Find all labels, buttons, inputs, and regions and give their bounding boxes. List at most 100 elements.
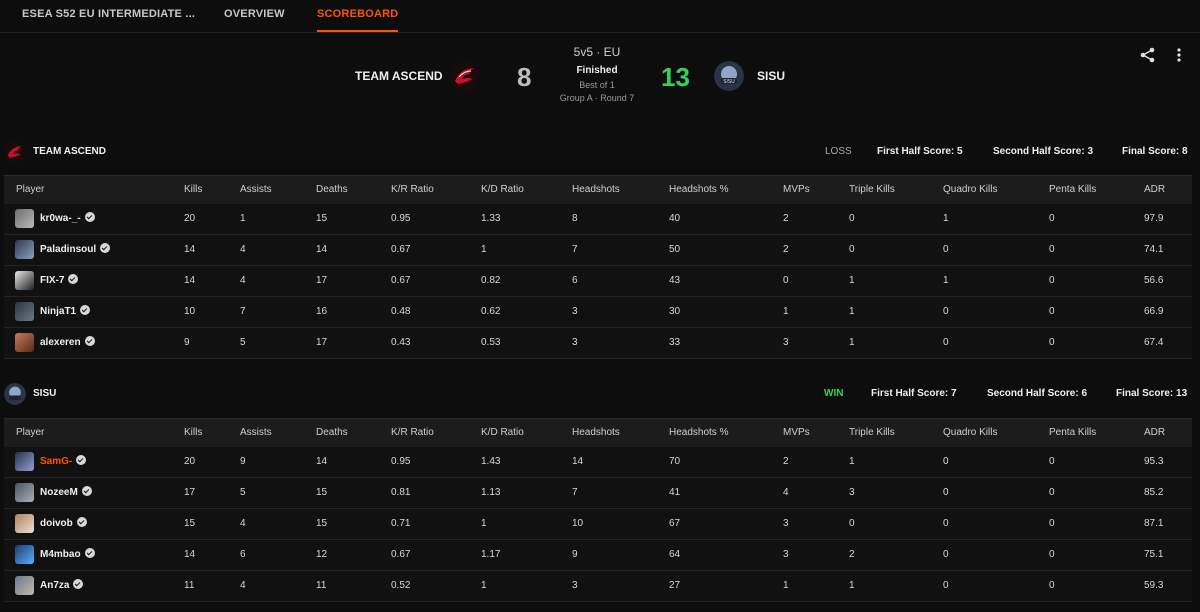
stat-cell-adr: 74.1 <box>1144 244 1164 255</box>
tab-tournament[interactable]: ESEA S52 EU INTERMEDIATE ... <box>22 0 195 32</box>
player-name-link[interactable]: FIX-7 <box>40 266 79 296</box>
column-header[interactable]: Headshots <box>572 419 620 447</box>
table-row: alexeren 9 5 17 0.43 0.53 3 33 3 1 0 0 67.4 <box>4 328 1192 359</box>
player-name-link[interactable]: An7za <box>40 571 84 601</box>
top-nav: ESEA S52 EU INTERMEDIATE ... OVERVIEW SC… <box>0 0 1200 33</box>
stat-cell-kills: 10 <box>184 306 196 317</box>
player-name[interactable]: doivob <box>40 518 73 529</box>
stat-cell-adr: 66.9 <box>1144 306 1164 317</box>
column-header[interactable]: K/R Ratio <box>391 176 434 204</box>
column-header[interactable]: Penta Kills <box>1049 419 1096 447</box>
player-name-link[interactable]: NozeeM <box>40 478 92 508</box>
column-header[interactable]: Assists <box>240 176 272 204</box>
avatar[interactable] <box>15 452 34 471</box>
stat-cell-k-d-ratio: 1.33 <box>481 213 501 224</box>
stat-cell-triple-kills: 1 <box>849 337 855 348</box>
column-header[interactable]: Player <box>16 176 44 204</box>
column-header[interactable]: Deaths <box>316 419 348 447</box>
stat-cell-triple-kills: 0 <box>849 213 855 224</box>
column-header[interactable]: Assists <box>240 419 272 447</box>
stat-cell-triple-kills: 1 <box>849 456 855 467</box>
player-name[interactable]: M4mbao <box>40 549 81 560</box>
stat-cell-k-d-ratio: 1.17 <box>481 549 501 560</box>
column-header[interactable]: Deaths <box>316 176 348 204</box>
column-header[interactable]: Kills <box>184 176 202 204</box>
stat-cell-k-r-ratio: 0.52 <box>391 580 411 591</box>
column-header[interactable]: Headshots % <box>669 419 728 447</box>
avatar[interactable] <box>15 240 34 259</box>
avatar[interactable] <box>15 302 34 321</box>
column-header[interactable]: Headshots <box>572 176 620 204</box>
player-name-link[interactable]: alexeren <box>40 328 95 358</box>
column-header[interactable]: MVPs <box>783 176 810 204</box>
stat-cell-assists: 7 <box>240 306 246 317</box>
avatar[interactable] <box>15 545 34 564</box>
stat-cell-headshots: 14 <box>572 456 584 467</box>
stat-cell-deaths: 16 <box>316 306 328 317</box>
stat-cell-k-r-ratio: 0.67 <box>391 244 411 255</box>
avatar[interactable] <box>15 271 34 290</box>
column-header[interactable]: K/D Ratio <box>481 176 524 204</box>
column-header[interactable]: ADR <box>1144 419 1165 447</box>
column-header[interactable]: Kills <box>184 419 202 447</box>
column-header[interactable]: MVPs <box>783 419 810 447</box>
player-name[interactable]: FIX-7 <box>40 275 64 286</box>
column-header[interactable]: K/R Ratio <box>391 419 434 447</box>
team-ascend-logo-icon[interactable] <box>450 61 480 91</box>
player-name-link[interactable]: kr0wa-_- <box>40 204 95 234</box>
table-row: An7za 11 4 11 0.52 1 3 27 1 1 0 0 59.3 <box>4 571 1192 602</box>
player-name[interactable]: alexeren <box>40 337 81 348</box>
stat-cell-deaths: 15 <box>316 487 328 498</box>
table-row: doivob 15 4 15 0.71 1 10 67 3 0 0 0 87.1 <box>4 509 1192 540</box>
stat-cell-deaths: 15 <box>316 518 328 529</box>
player-name-link[interactable]: doivob <box>40 509 87 539</box>
stat-cell-quadro-kills: 0 <box>943 549 949 560</box>
player-name[interactable]: An7za <box>40 580 69 591</box>
table-header-row: Player Kills Assists Deaths K/R Ratio K/D Rat… <box>4 418 1192 447</box>
avatar[interactable] <box>15 514 34 533</box>
avatar[interactable] <box>15 333 34 352</box>
player-name[interactable]: NozeeM <box>40 487 78 498</box>
column-header[interactable]: Penta Kills <box>1049 176 1096 204</box>
tab-overview[interactable]: OVERVIEW <box>224 0 285 32</box>
avatar[interactable] <box>15 209 34 228</box>
player-name-link[interactable]: SamG- <box>40 447 87 477</box>
column-header[interactable]: Quadro Kills <box>943 419 997 447</box>
stat-cell-adr: 97.9 <box>1144 213 1164 224</box>
avatar[interactable] <box>15 483 34 502</box>
column-header[interactable]: Triple Kills <box>849 176 895 204</box>
player-name[interactable]: SamG- <box>40 456 72 467</box>
stat-cell-deaths: 17 <box>316 275 328 286</box>
player-name-link[interactable]: M4mbao <box>40 540 95 570</box>
stat-cell-headshots-: 43 <box>669 275 681 286</box>
stat-cell-k-r-ratio: 0.43 <box>391 337 411 348</box>
sisu-logo-icon[interactable]: SISU <box>714 61 744 91</box>
team1-name[interactable]: TEAM ASCEND <box>355 69 443 83</box>
stat-cell-adr: 56.6 <box>1144 275 1164 286</box>
verified-check-icon <box>80 305 91 315</box>
column-header[interactable]: Quadro Kills <box>943 176 997 204</box>
tab-scoreboard[interactable]: SCOREBOARD <box>317 0 399 32</box>
column-header[interactable]: Triple Kills <box>849 419 895 447</box>
share-icon[interactable] <box>1139 46 1157 64</box>
column-header[interactable]: ADR <box>1144 176 1165 204</box>
player-name[interactable]: Paladinsoul <box>40 244 96 255</box>
stat-cell-adr: 67.4 <box>1144 337 1164 348</box>
column-header[interactable]: Player <box>16 419 44 447</box>
stat-cell-mvps: 3 <box>783 337 789 348</box>
avatar[interactable] <box>15 576 34 595</box>
more-vertical-icon[interactable] <box>1170 46 1188 64</box>
player-name-link[interactable]: NinjaT1 <box>40 297 91 327</box>
player-name-link[interactable]: Paladinsoul <box>40 235 111 265</box>
column-header[interactable]: K/D Ratio <box>481 419 524 447</box>
stat-cell-quadro-kills: 0 <box>943 487 949 498</box>
column-header[interactable]: Headshots % <box>669 176 728 204</box>
stat-cell-kills: 15 <box>184 518 196 529</box>
team1-score: 8 <box>517 62 532 92</box>
player-name[interactable]: NinjaT1 <box>40 306 76 317</box>
verified-check-icon <box>68 274 79 284</box>
player-name[interactable]: kr0wa-_- <box>40 213 81 224</box>
stat-cell-headshots: 6 <box>572 275 578 286</box>
team2-section-name: SISU <box>33 388 57 399</box>
team2-name[interactable]: SISU <box>757 69 785 83</box>
